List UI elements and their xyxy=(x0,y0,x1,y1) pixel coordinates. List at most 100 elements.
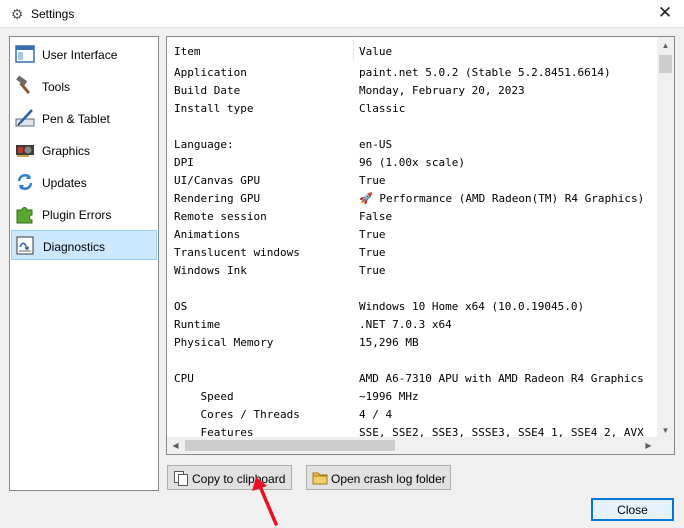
list-item-value: Classic xyxy=(359,102,406,115)
sidebar-item-tools[interactable]: Tools xyxy=(11,71,157,101)
refresh-icon xyxy=(14,171,36,193)
list-item-name: Windows Ink xyxy=(174,264,247,277)
list-item[interactable]: DPI 96 (1.00x scale) xyxy=(167,153,657,171)
vertical-scroll-thumb[interactable] xyxy=(659,55,672,73)
horizontal-scrollbar[interactable]: ◀ ▶ xyxy=(167,437,657,454)
sidebar-item-label: Diagnostics xyxy=(43,240,106,254)
sidebar-item-label: Pen & Tablet xyxy=(42,112,110,126)
sidebar-item-diagnostics[interactable]: Diagnostics xyxy=(11,230,157,260)
list-item-name: OS xyxy=(174,300,188,313)
list-item[interactable]: Animations True xyxy=(167,225,657,243)
puzzle-icon xyxy=(14,203,36,225)
list-item[interactable]: Runtime .NET 7.0.3 x64 xyxy=(167,315,657,333)
list-item[interactable] xyxy=(167,117,657,135)
list-item-name: Cores / Threads xyxy=(174,408,300,421)
title-bar: ⚙ Settings ✕ xyxy=(0,0,684,28)
list-item[interactable]: Install type Classic xyxy=(167,99,657,117)
hammer-icon xyxy=(14,75,36,97)
scrollbar-corner xyxy=(657,437,674,454)
gear-icon: ⚙ xyxy=(10,6,24,22)
list-item-name: Speed xyxy=(174,390,234,403)
list-item[interactable]: Cores / Threads 4 / 4 xyxy=(167,405,657,423)
list-item-value: AMD A6-7310 APU with AMD Radeon R4 Graph… xyxy=(359,372,644,385)
sidebar-item-graphics[interactable]: Graphics xyxy=(11,135,157,165)
open-crash-log-folder-button[interactable]: Open crash log folder xyxy=(306,465,451,490)
list-item-name: Physical Memory xyxy=(174,336,274,349)
list-item[interactable]: Application paint.net 5.0.2 (Stable 5.2.8… xyxy=(167,63,657,81)
list-item-name: Remote session xyxy=(174,210,267,223)
list-item-value: Monday, February 20, 2023 xyxy=(359,84,525,97)
graphics-card-icon xyxy=(14,139,36,161)
vertical-scrollbar[interactable]: ▲ ▼ xyxy=(657,37,674,439)
list-item-value: 15,296 MB xyxy=(359,336,419,349)
list-item-name: Translucent windows xyxy=(174,246,300,259)
crash-button-label: Open crash log folder xyxy=(331,472,446,486)
sidebar-item-label: Updates xyxy=(42,176,87,190)
list-item[interactable]: Build Date Monday, February 20, 2023 xyxy=(167,81,657,99)
list-item-name: Build Date xyxy=(174,84,241,97)
settings-sidebar: User Interface Tools Pen & Tablet Graphi… xyxy=(9,36,159,491)
list-item-value: 96 (1.00x scale) xyxy=(359,156,465,169)
list-item-value: True xyxy=(359,264,386,277)
list-item[interactable]: Windows Ink True xyxy=(167,261,657,279)
window-title: Settings xyxy=(31,7,75,21)
list-item[interactable]: Remote session False xyxy=(167,207,657,225)
list-item-value: True xyxy=(359,228,386,241)
list-item-name: Install type xyxy=(174,102,254,115)
list-item[interactable]: UI/Canvas GPU True xyxy=(167,171,657,189)
list-item[interactable]: Translucent windows True xyxy=(167,243,657,261)
list-item-value: False xyxy=(359,210,393,223)
list-item-value: Windows 10 Home x64 (10.0.19045.0) xyxy=(359,300,585,313)
scroll-right-icon[interactable]: ▶ xyxy=(640,437,657,454)
list-item[interactable]: Language: en-US xyxy=(167,135,657,153)
list-item-name: Runtime xyxy=(174,318,221,331)
list-item-name: Language: xyxy=(174,138,234,151)
diagnostics-icon xyxy=(15,235,37,257)
window-icon xyxy=(14,43,36,65)
list-item-value: True xyxy=(359,174,386,187)
list-rows: Application paint.net 5.0.2 (Stable 5.2.8… xyxy=(167,63,657,439)
column-header-value[interactable]: Value xyxy=(359,45,392,58)
scroll-left-icon[interactable]: ◀ xyxy=(167,437,184,454)
list-item[interactable] xyxy=(167,279,657,297)
diagnostics-list[interactable]: Item Value Application paint.net 5.0.2 (S… xyxy=(166,36,675,455)
annotation-arrow-icon xyxy=(252,477,278,526)
sidebar-item-label: User Interface xyxy=(42,48,118,62)
sidebar-item-label: Plugin Errors xyxy=(42,208,112,222)
list-item-name: UI/Canvas GPU xyxy=(174,174,261,187)
list-item-value: 4 / 4 xyxy=(359,408,393,421)
list-item-value: en-US xyxy=(359,138,393,151)
sidebar-item-label: Tools xyxy=(42,80,71,94)
horizontal-scroll-thumb[interactable] xyxy=(185,440,395,451)
sidebar-item-plugin-errors[interactable]: Plugin Errors xyxy=(11,199,157,229)
list-item[interactable]: CPU AMD A6-7310 APU with AMD Radeon R4 Gr… xyxy=(167,369,657,387)
copy-icon xyxy=(173,470,189,486)
sidebar-item-pen-tablet[interactable]: Pen & Tablet xyxy=(11,103,157,133)
sidebar-item-user-interface[interactable]: User Interface xyxy=(11,39,157,69)
list-item-value: ~1996 MHz xyxy=(359,390,419,403)
list-item[interactable] xyxy=(167,351,657,369)
list-header: Item Value xyxy=(167,37,657,61)
sidebar-item-label: Graphics xyxy=(42,144,91,158)
close-button[interactable]: Close xyxy=(591,498,674,521)
list-item-name: DPI xyxy=(174,156,194,169)
list-item[interactable]: Rendering GPU 🚀 Performance (AMD Radeon(T… xyxy=(167,189,657,207)
scroll-up-icon[interactable]: ▲ xyxy=(657,37,674,54)
list-item-name: Rendering GPU xyxy=(174,192,261,205)
list-item[interactable]: Physical Memory 15,296 MB xyxy=(167,333,657,351)
list-item-value: paint.net 5.0.2 (Stable 5.2.8451.6614) xyxy=(359,66,611,79)
list-item-name: CPU xyxy=(174,372,194,385)
list-item-value: 🚀 Performance (AMD Radeon(TM) R4 Graphic… xyxy=(359,192,645,205)
list-item-name: Animations xyxy=(174,228,241,241)
column-divider[interactable] xyxy=(353,39,354,60)
list-item-value: True xyxy=(359,246,386,259)
folder-icon xyxy=(312,470,328,486)
list-item[interactable]: Speed ~1996 MHz xyxy=(167,387,657,405)
list-item[interactable]: OS Windows 10 Home x64 (10.0.19045.0) xyxy=(167,297,657,315)
close-button-label: Close xyxy=(617,503,648,517)
column-header-item[interactable]: Item xyxy=(174,45,201,58)
list-item-value: .NET 7.0.3 x64 xyxy=(359,318,452,331)
list-item-name: Application xyxy=(174,66,247,79)
sidebar-item-updates[interactable]: Updates xyxy=(11,167,157,197)
window-close-button[interactable]: ✕ xyxy=(656,4,674,22)
